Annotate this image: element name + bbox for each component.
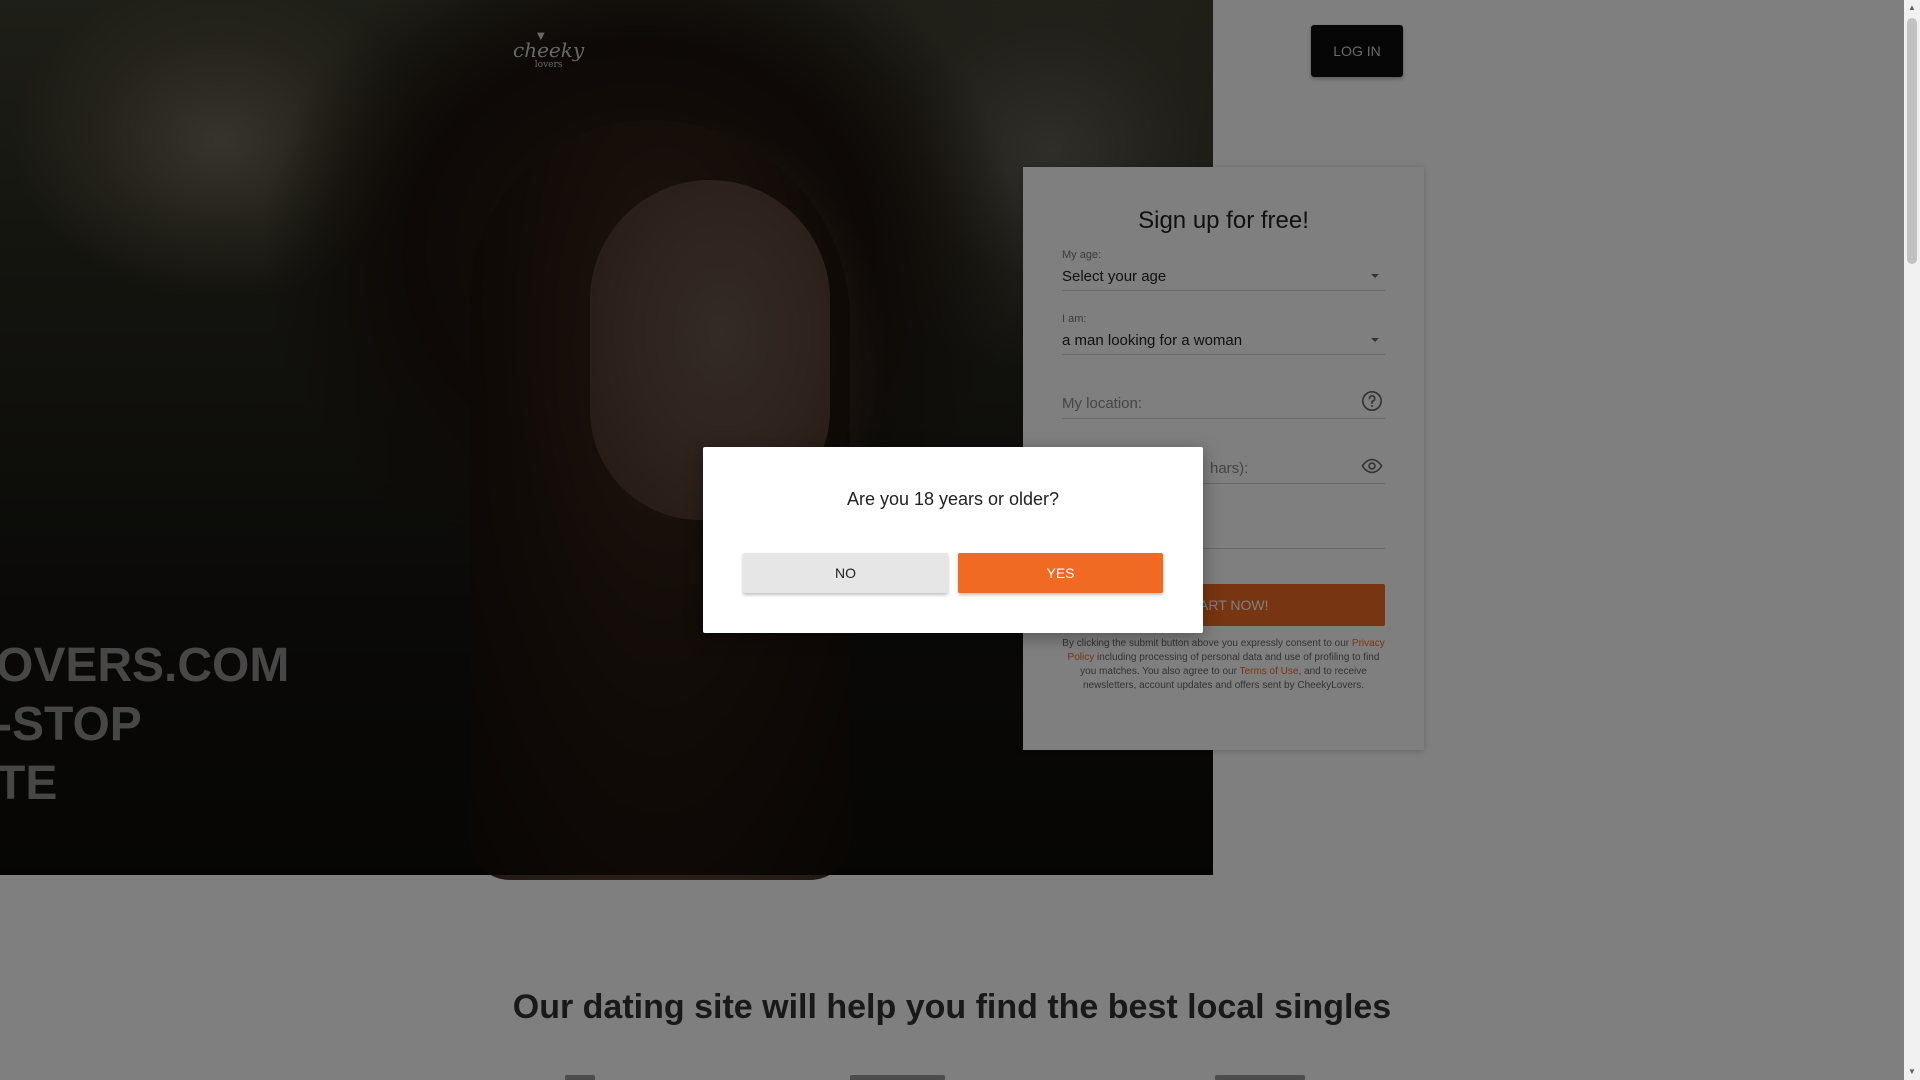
scroll-up-arrow-icon[interactable]: ▲: [1904, 0, 1920, 16]
age-question: Are you 18 years or older?: [846, 489, 1060, 509]
scrollbar-thumb[interactable]: [1907, 18, 1917, 264]
age-verification-dialog: Are you 18 years or older? NO YES: [703, 447, 1203, 633]
no-button[interactable]: NO: [743, 553, 948, 593]
yes-button[interactable]: YES: [958, 553, 1163, 593]
scrollbar[interactable]: ▲ ▼: [1904, 0, 1920, 1080]
landing-page: ▼ cheeky lovers OVERS.COM -STOP TE LOG I…: [0, 0, 1904, 1080]
scroll-down-arrow-icon[interactable]: ▼: [1904, 1064, 1920, 1080]
